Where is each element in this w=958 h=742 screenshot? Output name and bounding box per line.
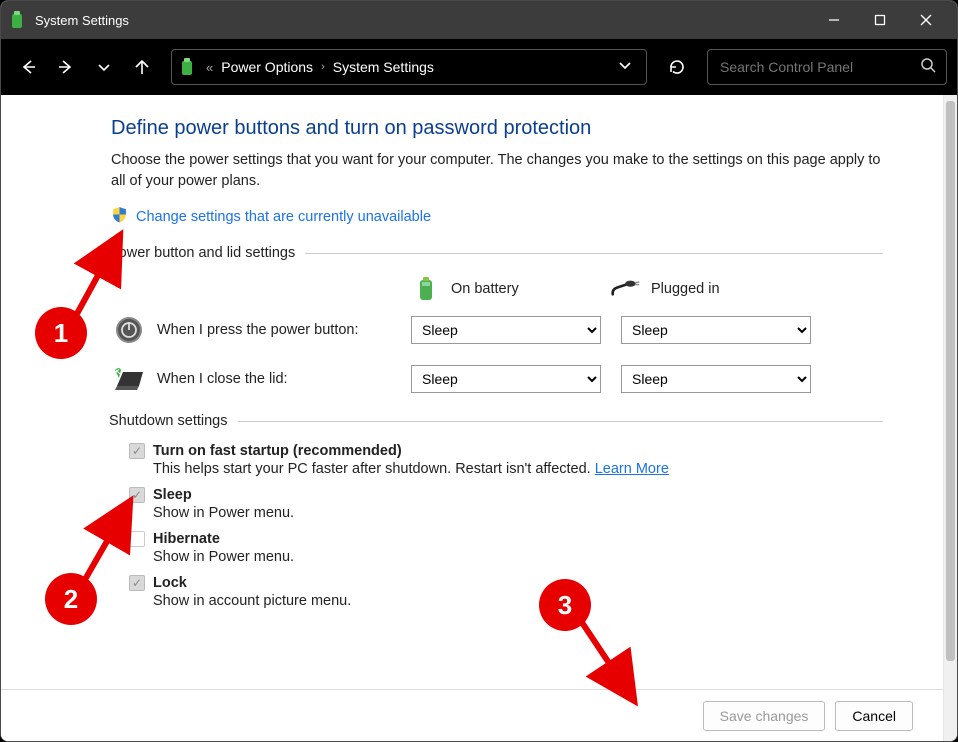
window-title: System Settings xyxy=(35,13,811,28)
section-shutdown: Shutdown settings xyxy=(109,413,228,429)
battery-breadcrumb-icon xyxy=(180,58,198,76)
change-settings-link[interactable]: Change settings that are currently unava… xyxy=(136,209,431,225)
lock-label: Lock xyxy=(153,575,187,591)
page-title: Define power buttons and turn on passwor… xyxy=(111,117,883,140)
lid-battery-select[interactable]: Sleep xyxy=(411,365,601,393)
up-button[interactable] xyxy=(125,50,159,84)
search-input[interactable] xyxy=(718,58,920,76)
annotation-1: 1 xyxy=(35,307,87,359)
hibernate-desc: Show in Power menu. xyxy=(153,549,883,565)
page-intro: Choose the power settings that you want … xyxy=(111,150,883,192)
section-power-button-lid: Power button and lid settings xyxy=(109,245,295,261)
scroll-thumb[interactable] xyxy=(946,101,955,661)
chevron-right-icon: › xyxy=(319,61,327,73)
scrollbar[interactable] xyxy=(943,95,957,741)
close-button[interactable] xyxy=(903,1,949,39)
maximize-button[interactable] xyxy=(857,1,903,39)
minimize-button[interactable] xyxy=(811,1,857,39)
back-button[interactable] xyxy=(11,50,45,84)
cancel-button[interactable]: Cancel xyxy=(835,701,913,731)
footer: Save changes Cancel xyxy=(1,689,943,741)
breadcrumb-overflow[interactable]: « xyxy=(206,60,213,75)
power-button-label: When I press the power button: xyxy=(157,322,401,338)
annotation-3: 3 xyxy=(539,579,591,631)
breadcrumb-parent[interactable]: Power Options xyxy=(221,59,313,75)
hibernate-label: Hibernate xyxy=(153,531,220,547)
recent-dropdown[interactable] xyxy=(87,50,121,84)
fast-startup-checkbox[interactable] xyxy=(129,443,145,459)
search-icon[interactable] xyxy=(920,57,936,78)
sleep-desc: Show in Power menu. xyxy=(153,505,883,521)
save-changes-button[interactable]: Save changes xyxy=(703,701,826,731)
shield-icon xyxy=(111,206,128,227)
lid-plugged-select[interactable]: Sleep xyxy=(621,365,811,393)
column-plugged-in: Plugged in xyxy=(611,275,811,303)
sleep-label: Sleep xyxy=(153,487,192,503)
refresh-button[interactable] xyxy=(659,49,695,85)
fast-startup-label: Turn on fast startup (recommended) xyxy=(153,443,402,459)
navbar: « Power Options › System Settings xyxy=(1,39,957,95)
power-button-icon xyxy=(111,315,147,345)
search-box[interactable] xyxy=(707,49,947,85)
breadcrumb[interactable]: « Power Options › System Settings xyxy=(171,49,647,85)
battery-app-icon xyxy=(9,10,25,30)
plug-icon xyxy=(611,275,641,303)
annotation-2: 2 xyxy=(45,573,97,625)
fast-startup-desc: This helps start your PC faster after sh… xyxy=(153,461,883,477)
power-button-plugged-select[interactable]: Sleep xyxy=(621,316,811,344)
breadcrumb-dropdown[interactable] xyxy=(612,58,638,77)
battery-icon xyxy=(411,275,441,303)
titlebar: System Settings xyxy=(1,1,957,39)
lock-checkbox[interactable] xyxy=(129,575,145,591)
column-on-battery: On battery xyxy=(411,275,611,303)
hibernate-checkbox[interactable] xyxy=(129,531,145,547)
power-button-battery-select[interactable]: Sleep xyxy=(411,316,601,344)
lock-desc: Show in account picture menu. xyxy=(153,593,883,609)
breadcrumb-current[interactable]: System Settings xyxy=(333,59,434,75)
lid-icon xyxy=(111,366,147,392)
lid-label: When I close the lid: xyxy=(157,371,401,387)
content-area: Define power buttons and turn on passwor… xyxy=(1,95,943,741)
learn-more-link[interactable]: Learn More xyxy=(595,461,669,477)
forward-button[interactable] xyxy=(49,50,83,84)
sleep-checkbox[interactable] xyxy=(129,487,145,503)
